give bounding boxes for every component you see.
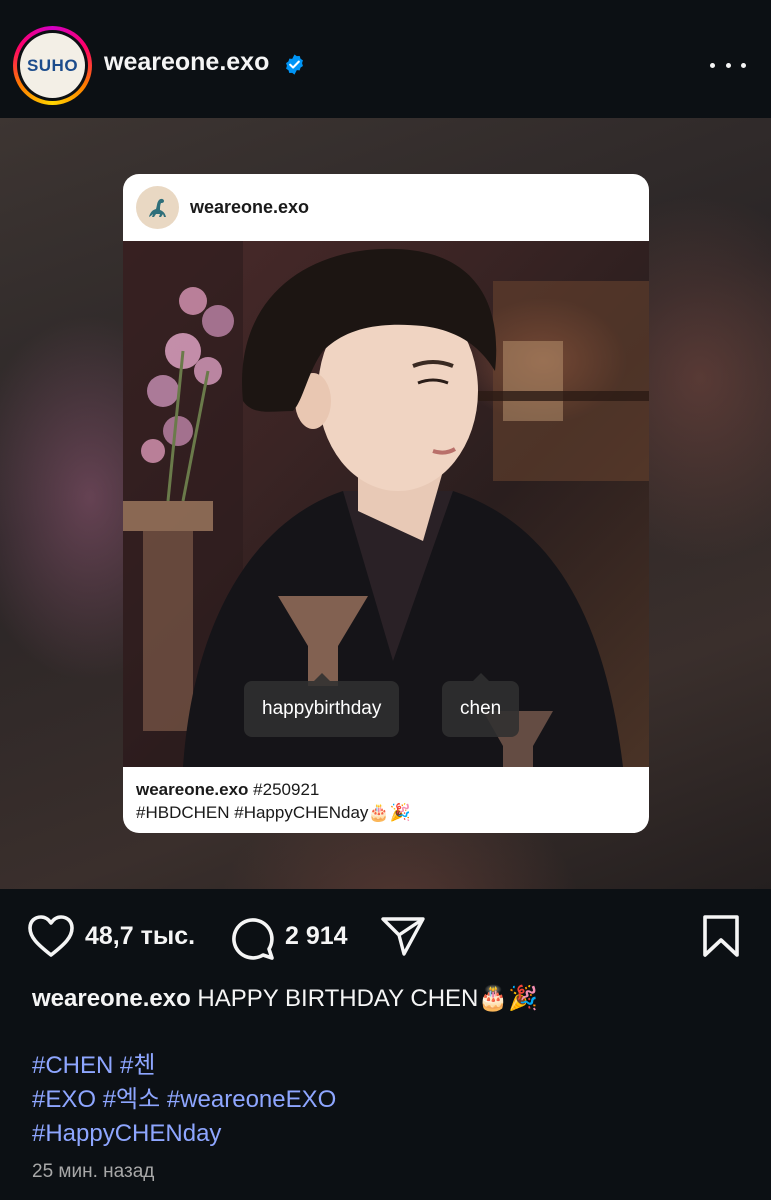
post-caption: weareone.exo HAPPY BIRTHDAY CHEN🎂🎉 [32,984,752,1013]
caption-username[interactable]: weareone.exo [32,985,191,1012]
comment-count[interactable]: 2 914 [285,922,348,951]
hashtag-line[interactable]: #CHEN #첸 [32,1049,752,1083]
like-count[interactable]: 48,7 тыс. [85,922,195,951]
shared-post-caption: weareone.exo #250921 #HBDCHEN #HappyCHEN… [136,778,636,824]
heart-icon[interactable] [27,914,75,958]
dot [710,62,715,68]
avatar-border: SUHO [17,30,88,101]
post-timestamp: 25 мин. назад [32,1161,155,1182]
more-options-icon[interactable] [710,55,746,75]
caption-text: HAPPY BIRTHDAY CHEN🎂🎉 [190,985,539,1012]
post-header: SUHO weareone.exo [0,0,771,118]
verified-badge-icon [286,54,303,75]
bookmark-icon[interactable] [702,914,740,958]
profile-avatar[interactable]: SUHO [13,26,92,105]
dot [725,62,731,68]
hashtag-line[interactable]: #HappyCHENday [32,1117,752,1151]
dinosaur-icon-shape [148,198,166,217]
dot [741,62,746,68]
shared-post-card[interactable]: weareone.exo happybirthday chen weareone… [123,174,649,833]
avatar-image: SUHO [20,33,85,98]
photo-tag-chen[interactable]: chen [442,673,520,737]
avatar-logo-text: SUHO [26,55,79,75]
comment-icon[interactable] [229,915,275,961]
shared-caption-line-2: #HBDCHEN #HappyCHENday🎂🎉 [136,803,411,822]
shared-caption-username[interactable]: weareone.exo [136,780,248,799]
shared-caption-text: #250921 [248,780,320,799]
shared-post-username[interactable]: weareone.exo [190,197,309,218]
photo-tag-happybirthday[interactable]: happybirthday [244,673,400,737]
post-media[interactable]: weareone.exo happybirthday chen weareone… [0,118,771,889]
hashtag-line[interactable]: #EXO #엑소 #weareoneEXO [32,1083,752,1117]
post-username[interactable]: weareone.exo [104,48,269,77]
send-icon[interactable] [380,915,426,957]
dinosaur-icon [136,186,179,229]
caption-hashtags: #CHEN #첸 #EXO #엑소 #weareoneEXO #HappyCHE… [32,1049,752,1151]
shared-post-photo[interactable]: happybirthday chen [123,241,649,767]
shared-caption-line-1: weareone.exo #250921 [136,778,636,801]
